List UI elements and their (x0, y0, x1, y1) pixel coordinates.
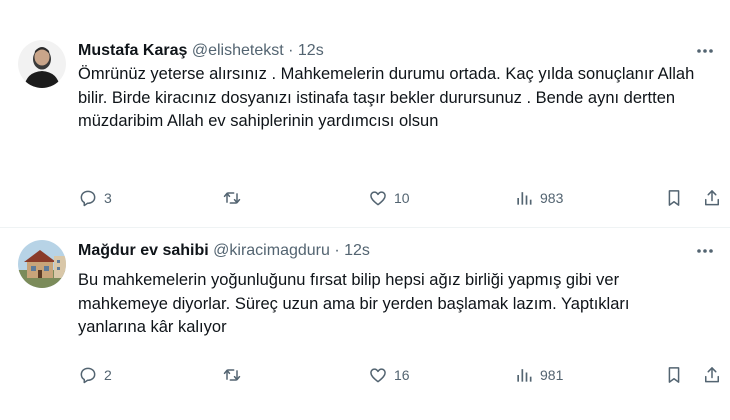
reply-button[interactable]: 2 (78, 363, 112, 387)
tweet-text: Bu mahkemelerin yoğunluğunu fırsat bilip… (78, 271, 635, 336)
reply-button[interactable]: 3 (78, 186, 112, 210)
display-name[interactable]: Mustafa Karaş (78, 42, 187, 59)
like-count: 10 (394, 190, 410, 206)
timeline: Mustafa Karaş @elishetekst · 12s Ömrünüz… (0, 0, 730, 420)
avatar[interactable] (18, 240, 66, 288)
reply-icon (80, 367, 96, 384)
like-button[interactable]: 10 (368, 186, 410, 210)
views-button[interactable]: 981 (514, 363, 563, 387)
share-button[interactable] (702, 186, 722, 210)
separator-dot: · (288, 42, 294, 59)
tweet[interactable]: Mağdur ev sahibi @kiracimagduru · 12s Bu… (0, 228, 730, 420)
share-button[interactable] (702, 363, 722, 387)
timestamp[interactable]: 12s (344, 242, 370, 259)
views-count: 983 (540, 190, 564, 206)
tweet-actions: 2 16 981 (74, 363, 724, 387)
tweet-header: Mağdur ev sahibi @kiracimagduru · 12s (78, 240, 370, 262)
tweet-text: Ömrünüz yeterse alırsınız . Mahkemelerin… (78, 65, 699, 130)
repost-icon (223, 369, 241, 381)
reply-count: 2 (104, 367, 112, 383)
separator-dot: · (334, 242, 340, 259)
heart-icon (370, 368, 386, 383)
views-count: 981 (540, 367, 564, 383)
like-count: 16 (394, 367, 410, 383)
tweet-header: Mustafa Karaş @elishetekst · 12s (78, 40, 324, 62)
user-handle[interactable]: @kiracimagduru (213, 242, 330, 259)
share-icon (705, 367, 719, 383)
views-chart-icon (517, 369, 532, 382)
share-icon (705, 190, 719, 206)
views-button[interactable]: 983 (514, 186, 563, 210)
repost-button[interactable] (222, 186, 248, 210)
user-handle[interactable]: @elishetekst (192, 42, 284, 59)
avatar[interactable] (18, 40, 66, 88)
bookmark-button[interactable] (664, 363, 684, 387)
bookmark-button[interactable] (664, 186, 684, 210)
more-horizontal-icon[interactable] (694, 40, 716, 62)
timestamp[interactable]: 12s (298, 42, 324, 59)
bookmark-icon (668, 190, 680, 206)
more-horizontal-icon[interactable] (694, 240, 716, 262)
display-name[interactable]: Mağdur ev sahibi (78, 242, 209, 259)
tweet-actions: 3 10 983 (74, 186, 724, 210)
views-chart-icon (517, 192, 532, 205)
like-button[interactable]: 16 (368, 363, 410, 387)
bookmark-icon (668, 367, 680, 383)
reply-count: 3 (104, 190, 112, 206)
reply-icon (80, 190, 96, 207)
tweet[interactable]: Mustafa Karaş @elishetekst · 12s Ömrünüz… (0, 0, 730, 228)
repost-icon (223, 192, 241, 204)
heart-icon (370, 191, 386, 206)
repost-button[interactable] (222, 363, 248, 387)
